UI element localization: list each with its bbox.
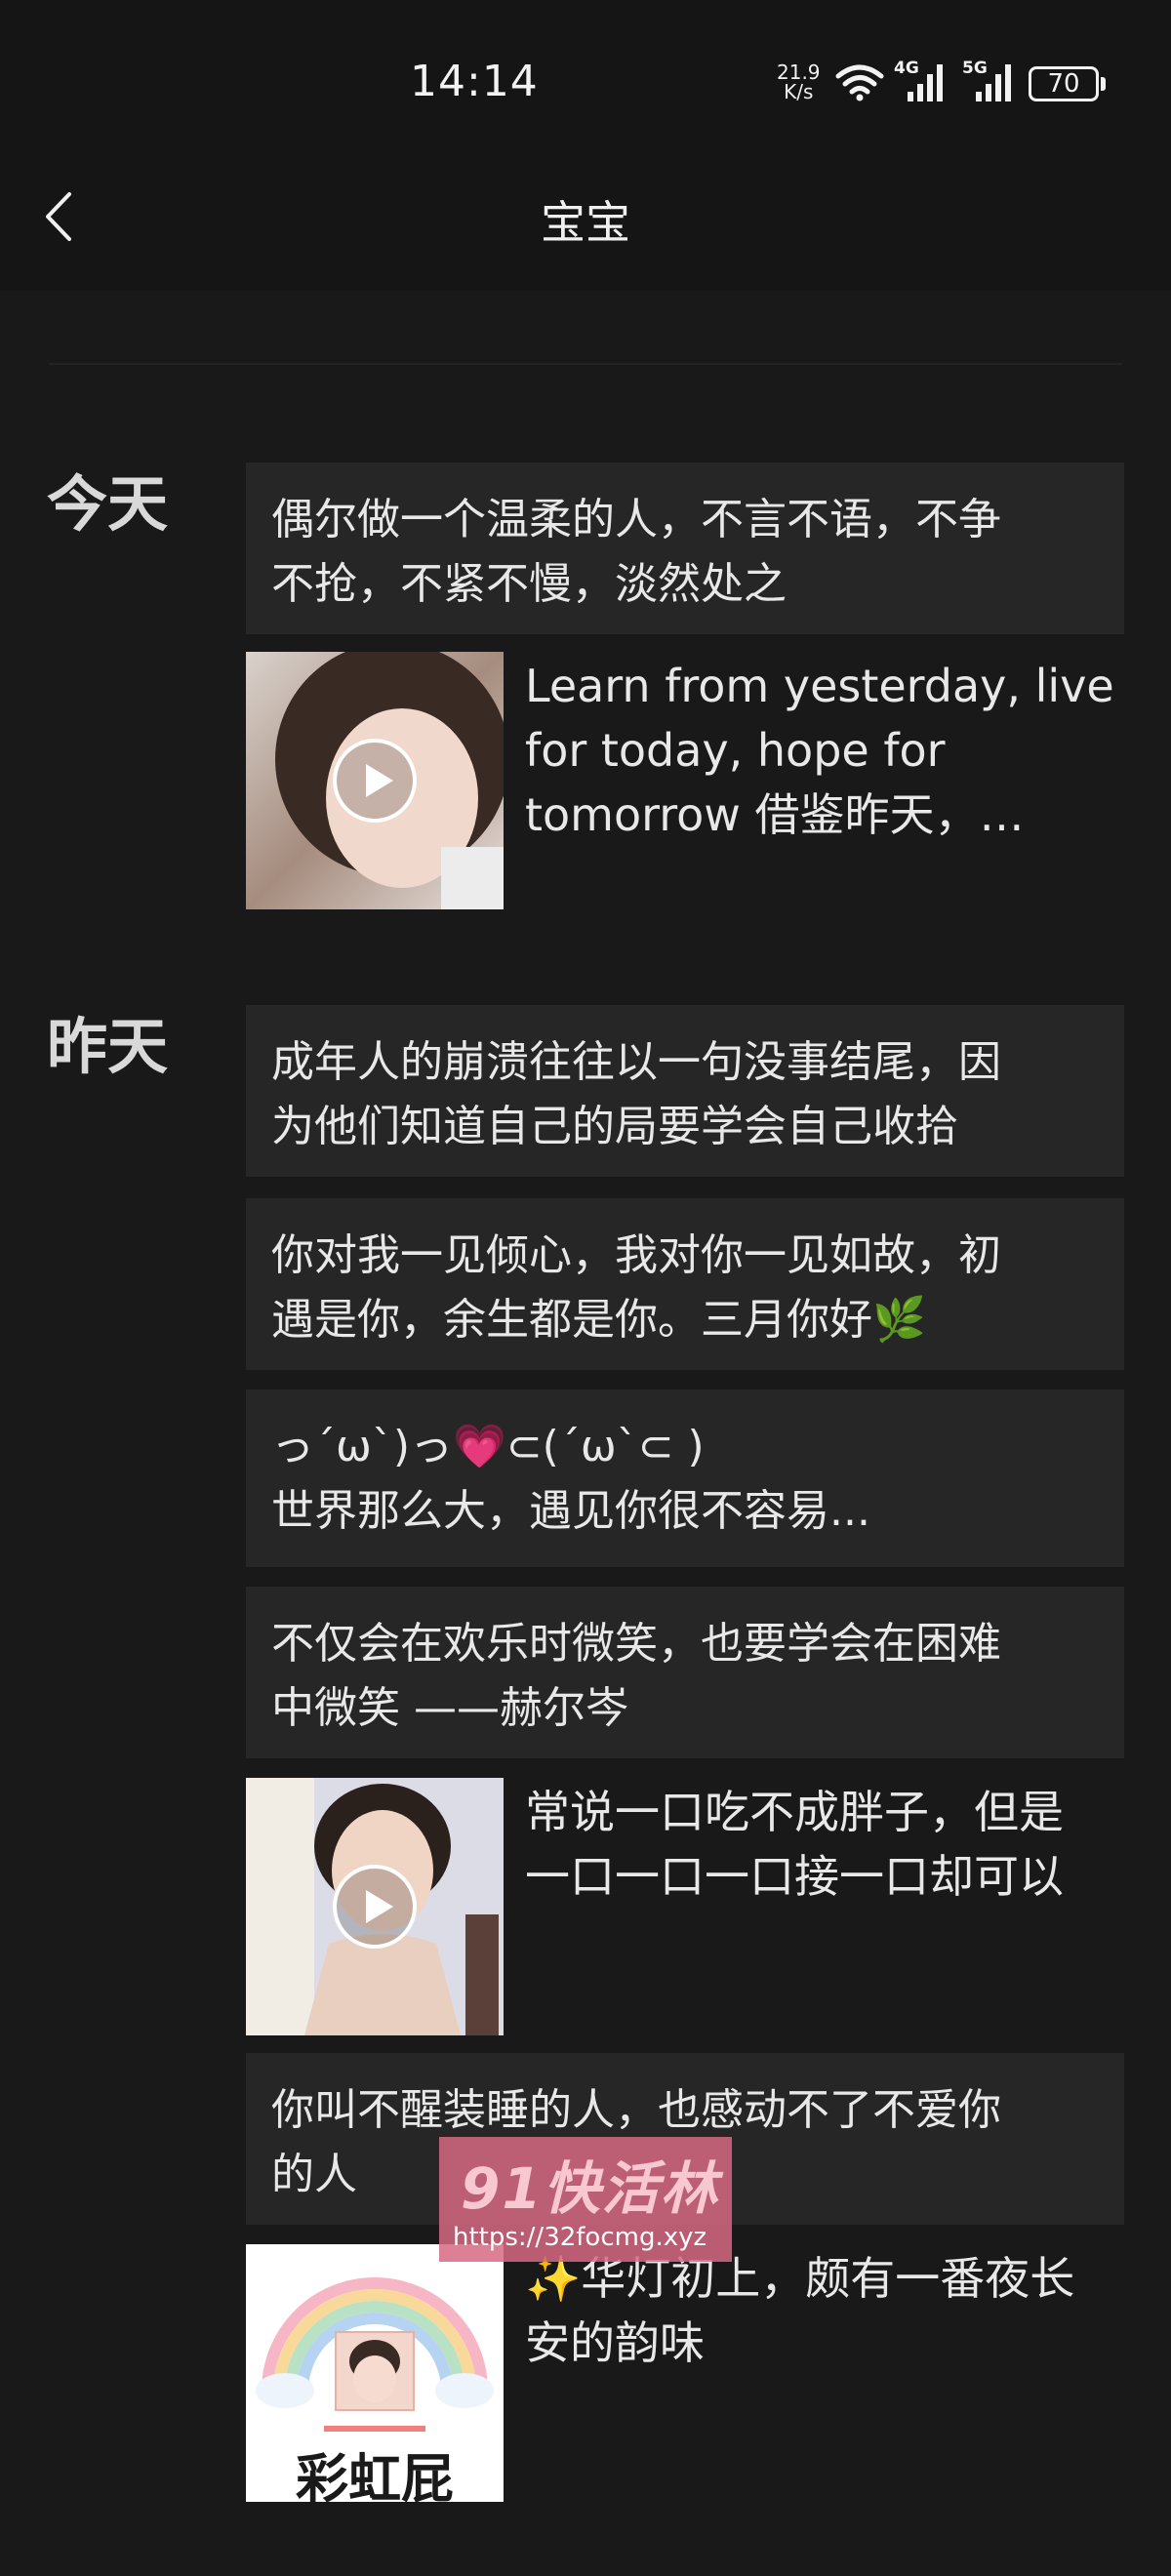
video-caption: Learn from yesterday, live for today, ho… (525, 660, 1114, 841)
image-caption: ✨华灯初上，颇有一番夜长 安的韵味 (525, 2252, 1075, 2369)
signal-2-label: 5G (962, 59, 988, 78)
battery-tip (1101, 77, 1106, 91)
status-bar: 14:14 21.9 K/s 4G 5G 70 (0, 0, 1171, 146)
network-speed: 21.9 K/s (777, 62, 821, 101)
image-sticker-text: 彩虹屁 (296, 2448, 454, 2502)
divider (49, 363, 1122, 365)
video-thumbnail[interactable] (246, 652, 504, 909)
battery-indicator: 70 (1029, 66, 1099, 101)
text-post[interactable]: 不仅会在欢乐时微笑，也要学会在困难 中微笑 ——赫尔岑 (246, 1587, 1124, 1758)
status-time: 14:14 (410, 57, 539, 106)
video-post[interactable]: 常说一口吃不成胖子，但是 一口一口一口接一口却可以 (246, 1778, 1124, 2035)
title-bar: 宝宝 (0, 146, 1171, 291)
cellular-signal-5g: 5G (962, 59, 1019, 109)
watermark-overlay: 91快活林 https://32focmg.xyz (439, 2137, 732, 2262)
day-label-yesterday: 昨天 (47, 1011, 169, 1082)
signal-1-label: 4G (894, 59, 919, 78)
text-post[interactable]: っ´ω`)っ💗⊂(´ω`⊂ ) 世界那么大，遇见你很不容易... (246, 1389, 1124, 1567)
network-speed-unit: K/s (784, 80, 814, 103)
video-caption: 常说一口吃不成胖子，但是 一口一口一口接一口却可以 (525, 1786, 1064, 1903)
wifi-icon (835, 64, 884, 101)
watermark-brand: 91快活林 (461, 2155, 719, 2222)
play-icon[interactable] (331, 1863, 419, 1951)
watermark-url: https://32focmg.xyz (453, 2223, 707, 2252)
image-post[interactable]: 彩虹屁 ✨华灯初上，颇有一番夜长 安的韵味 (246, 2244, 1124, 2502)
play-icon[interactable] (331, 737, 419, 825)
page-title: 宝宝 (541, 196, 630, 249)
text-post[interactable]: 偶尔做一个温柔的人，不言不语，不争 不抢，不紧不慢，淡然处之 (246, 463, 1124, 634)
day-label-today: 今天 (47, 468, 169, 540)
battery-level: 70 (1047, 69, 1080, 99)
video-post[interactable]: Learn from yesterday, live for today, ho… (246, 652, 1124, 909)
image-thumbnail[interactable]: 彩虹屁 (246, 2244, 504, 2502)
text-post[interactable]: 成年人的崩溃往往以一句没事结尾，因 为他们知道自己的局要学会自己收拾 (246, 1005, 1124, 1177)
network-speed-value: 21.9 (777, 60, 821, 84)
cellular-signal-4g: 4G (894, 59, 950, 109)
video-thumbnail[interactable] (246, 1778, 504, 2035)
text-post[interactable]: 你对我一见倾心，我对你一见如故，初 遇是你，余生都是你。三月你好🌿 (246, 1198, 1124, 1370)
